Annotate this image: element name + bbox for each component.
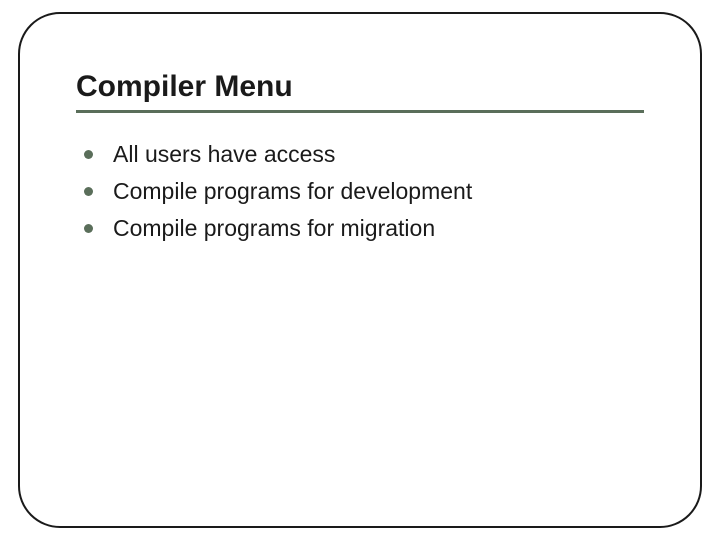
slide-title: Compiler Menu [76,70,644,104]
bullet-text: Compile programs for development [113,176,472,207]
bullet-text: Compile programs for migration [113,213,435,244]
bullet-icon [84,187,93,196]
list-item: All users have access [84,139,644,170]
slide-frame: Compiler Menu All users have access Comp… [18,12,702,528]
bullet-text: All users have access [113,139,335,170]
title-underline [76,110,644,113]
list-item: Compile programs for migration [84,213,644,244]
list-item: Compile programs for development [84,176,644,207]
bullet-icon [84,150,93,159]
bullet-icon [84,224,93,233]
bullet-list: All users have access Compile programs f… [76,139,644,244]
slide-content: Compiler Menu All users have access Comp… [20,14,700,244]
